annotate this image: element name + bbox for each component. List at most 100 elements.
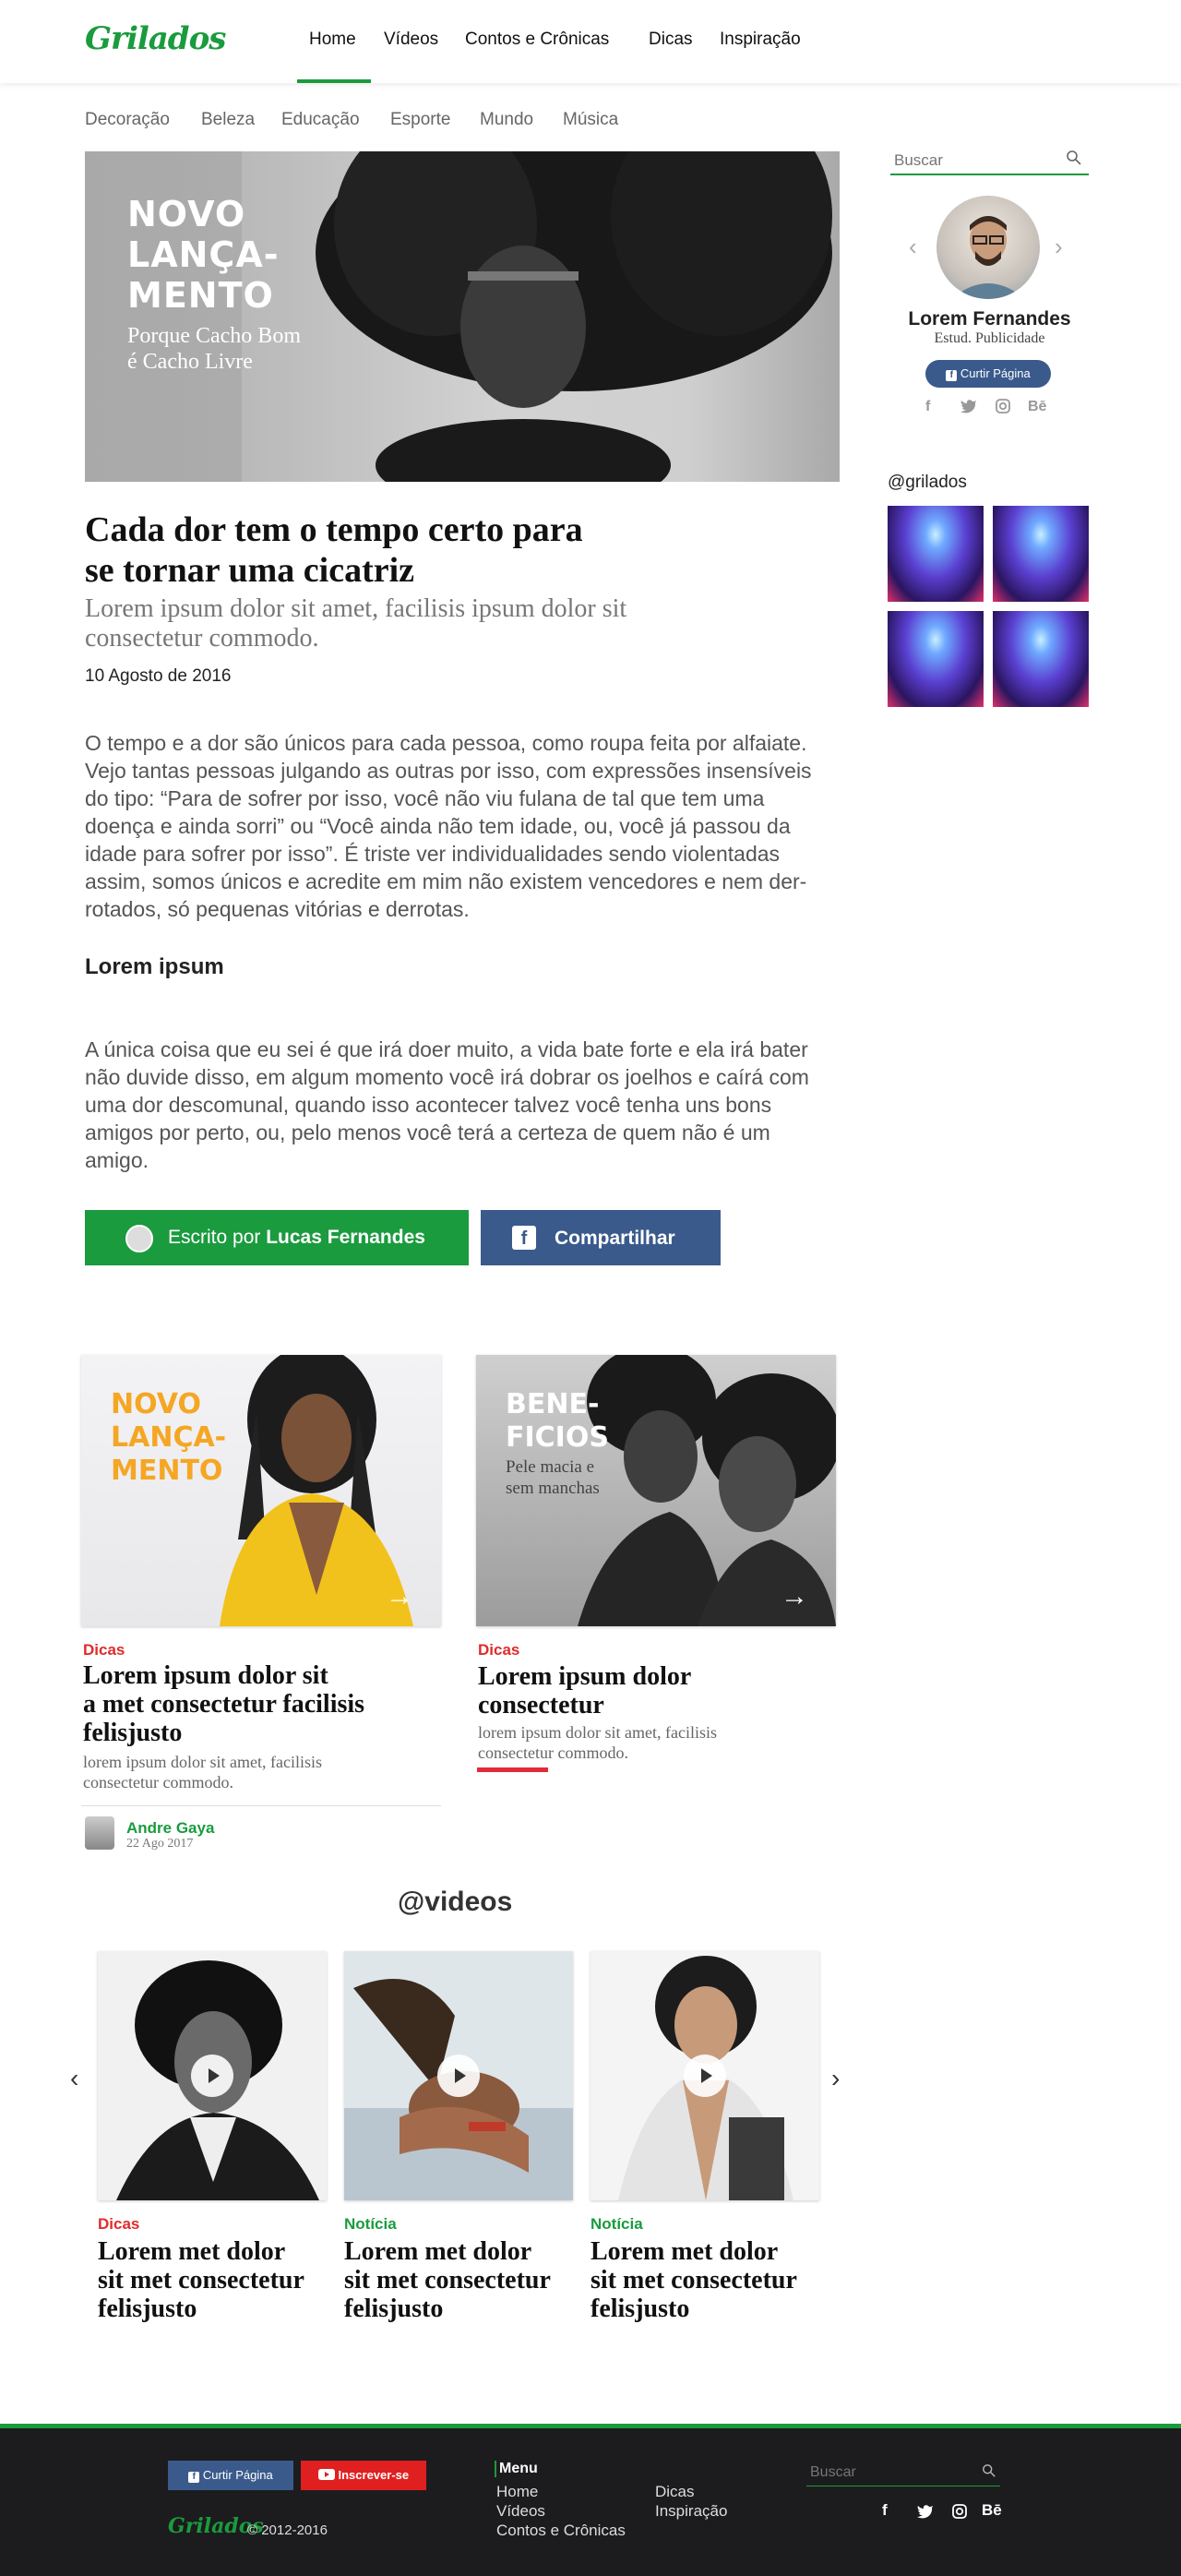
footer-menu-title: Menu xyxy=(495,2461,538,2477)
subnav-musica[interactable]: Música xyxy=(563,110,618,130)
video-category[interactable]: Notícia xyxy=(344,2215,397,2234)
article-paragraph-1: O tempo e a dor são únicos para cada pes… xyxy=(85,729,841,923)
arrow-right-icon[interactable]: → xyxy=(386,1581,413,1612)
card-title-line: Lorem ipsum dolor sit xyxy=(83,1661,328,1690)
card-image[interactable]: BENE- FICIOS Pele macia e sem manchas → xyxy=(476,1355,836,1626)
search-input[interactable] xyxy=(894,150,1060,172)
video-title-line: felisjusto xyxy=(590,2294,690,2323)
hero-title-line: LANÇA- xyxy=(127,234,280,275)
overlay-sub-line: sem manchas xyxy=(506,1479,600,1498)
video-title[interactable]: Lorem met dolor sit met consectetur feli… xyxy=(98,2237,338,2323)
twitter-icon[interactable] xyxy=(917,2504,934,2523)
paragraph-line: doença e ainda sorri” ou “Você ainda não… xyxy=(85,814,791,838)
play-icon[interactable] xyxy=(684,2055,726,2097)
instagram-thumb[interactable] xyxy=(993,611,1089,707)
hero-subtitle-line: Porque Cacho Bom xyxy=(127,324,301,348)
footer-subscribe-button[interactable]: Inscrever-se xyxy=(301,2461,426,2490)
video-title-line: felisjusto xyxy=(98,2294,197,2323)
overlay-line: FICIOS xyxy=(506,1421,609,1454)
overlay-line: LANÇA- xyxy=(111,1421,227,1454)
video-category[interactable]: Notícia xyxy=(590,2215,643,2234)
card-desc-line: lorem ipsum dolor sit amet, facilisis xyxy=(478,1723,717,1742)
card-category[interactable]: Dicas xyxy=(83,1641,125,1659)
card-author-date: 22 Ago 2017 xyxy=(126,1837,194,1851)
chevron-left-icon[interactable]: ‹ xyxy=(909,233,917,261)
subnav-esporte[interactable]: Esporte xyxy=(390,110,450,130)
twitter-icon[interactable] xyxy=(960,399,977,418)
video-title-line: sit met consectetur xyxy=(344,2266,551,2294)
paragraph-line: amigo. xyxy=(85,1148,149,1172)
nav-inspiracao[interactable]: Inspiração xyxy=(720,30,801,50)
video-thumbnail[interactable] xyxy=(590,1951,819,2200)
card-divider xyxy=(81,1805,441,1806)
behance-icon[interactable]: Bē xyxy=(982,2501,1002,2520)
nav-videos[interactable]: Vídeos xyxy=(384,30,438,50)
video-thumbnail[interactable] xyxy=(98,1951,327,2200)
play-icon[interactable] xyxy=(191,2055,233,2097)
search-icon[interactable] xyxy=(1066,150,1082,166)
overlay-line: NOVO xyxy=(111,1388,201,1420)
article-subtitle-line: consectetur commodo. xyxy=(85,624,319,653)
card-description: lorem ipsum dolor sit amet, facilisis co… xyxy=(83,1752,443,1792)
instagram-thumb[interactable] xyxy=(888,506,984,602)
nav-contos[interactable]: Contos e Crônicas xyxy=(465,30,609,50)
chevron-right-icon[interactable]: › xyxy=(831,2064,840,2093)
video-title[interactable]: Lorem met dolor sit met consectetur feli… xyxy=(590,2237,830,2323)
footer-like-label: Curtir Página xyxy=(202,2468,273,2482)
author-prefix: Escrito por xyxy=(168,1227,261,1248)
instagram-thumb[interactable] xyxy=(888,611,984,707)
footer-link-home[interactable]: Home xyxy=(496,2483,538,2501)
site-header: Grilados Home Vídeos Contos e Crônicas D… xyxy=(0,0,1181,83)
hero-subtitle: Porque Cacho Bom é Cacho Livre xyxy=(127,323,330,375)
profile-role: Estud. Publicidade xyxy=(934,330,1045,346)
nav-home[interactable]: Home xyxy=(309,30,356,50)
video-thumbnail[interactable] xyxy=(344,1951,573,2200)
instagram-icon[interactable] xyxy=(952,2504,967,2523)
video-title-line: Lorem met dolor xyxy=(344,2237,532,2266)
arrow-right-icon[interactable]: → xyxy=(781,1581,808,1612)
subnav-educacao[interactable]: Educação xyxy=(281,110,360,130)
card-category[interactable]: Dicas xyxy=(478,1641,519,1659)
card-image[interactable]: NOVO LANÇA- MENTO → xyxy=(81,1355,441,1626)
nav-dicas[interactable]: Dicas xyxy=(649,30,693,50)
footer-link-contos[interactable]: Contos e Crônicas xyxy=(496,2522,626,2540)
behance-icon[interactable]: Bē xyxy=(1028,399,1046,415)
video-category[interactable]: Dicas xyxy=(98,2215,139,2234)
card-title[interactable]: Lorem ipsum dolor sit a met consectetur … xyxy=(83,1661,443,1747)
search-icon[interactable] xyxy=(982,2463,996,2478)
subnav-decoracao[interactable]: Decoração xyxy=(85,110,170,130)
chevron-left-icon[interactable]: ‹ xyxy=(70,2064,78,2093)
hero-banner[interactable]: NOVO LANÇA- MENTO Porque Cacho Bom é Cac… xyxy=(85,151,840,482)
card-description: lorem ipsum dolor sit amet, facilisis co… xyxy=(478,1722,838,1763)
nav-active-indicator xyxy=(297,79,371,83)
paragraph-line: idade para sofrer por isso”. É triste ve… xyxy=(85,842,781,866)
videos-section-title: @videos xyxy=(398,1887,513,1917)
subnav-beleza[interactable]: Beleza xyxy=(201,110,255,130)
footer-like-button[interactable]: f Curtir Página xyxy=(168,2461,293,2490)
paragraph-line: O tempo e a dor são únicos para cada pes… xyxy=(85,731,807,755)
like-page-button[interactable]: f Curtir Página xyxy=(925,360,1051,388)
play-icon[interactable] xyxy=(437,2055,480,2097)
facebook-icon[interactable]: f xyxy=(925,399,930,415)
footer-link-videos[interactable]: Vídeos xyxy=(496,2502,545,2521)
site-logo[interactable]: Grilados xyxy=(85,20,226,57)
video-title[interactable]: Lorem met dolor sit met consectetur feli… xyxy=(344,2237,584,2323)
card-title[interactable]: Lorem ipsum dolor consectetur xyxy=(478,1662,838,1719)
card-author-name[interactable]: Andre Gaya xyxy=(126,1819,214,1838)
author-button[interactable]: Escrito por Lucas Fernandes xyxy=(85,1210,469,1265)
hero-subtitle-line: é Cacho Livre xyxy=(127,350,253,374)
facebook-icon[interactable]: f xyxy=(882,2501,888,2520)
author-name: Lucas Fernandes xyxy=(266,1227,425,1248)
footer-link-dicas[interactable]: Dicas xyxy=(655,2483,695,2501)
instagram-icon[interactable] xyxy=(996,399,1010,418)
share-button[interactable]: f Compartilhar xyxy=(481,1210,721,1265)
chevron-right-icon[interactable]: › xyxy=(1055,233,1063,261)
profile-avatar xyxy=(936,196,1040,299)
footer-search-input[interactable] xyxy=(810,2462,967,2483)
instagram-handle[interactable]: @grilados xyxy=(888,473,967,493)
video-title-line: sit met consectetur xyxy=(98,2266,304,2294)
subnav-mundo[interactable]: Mundo xyxy=(480,110,533,130)
instagram-thumb[interactable] xyxy=(993,506,1089,602)
card-accent-bar xyxy=(477,1767,548,1772)
footer-link-inspiracao[interactable]: Inspiração xyxy=(655,2502,727,2521)
